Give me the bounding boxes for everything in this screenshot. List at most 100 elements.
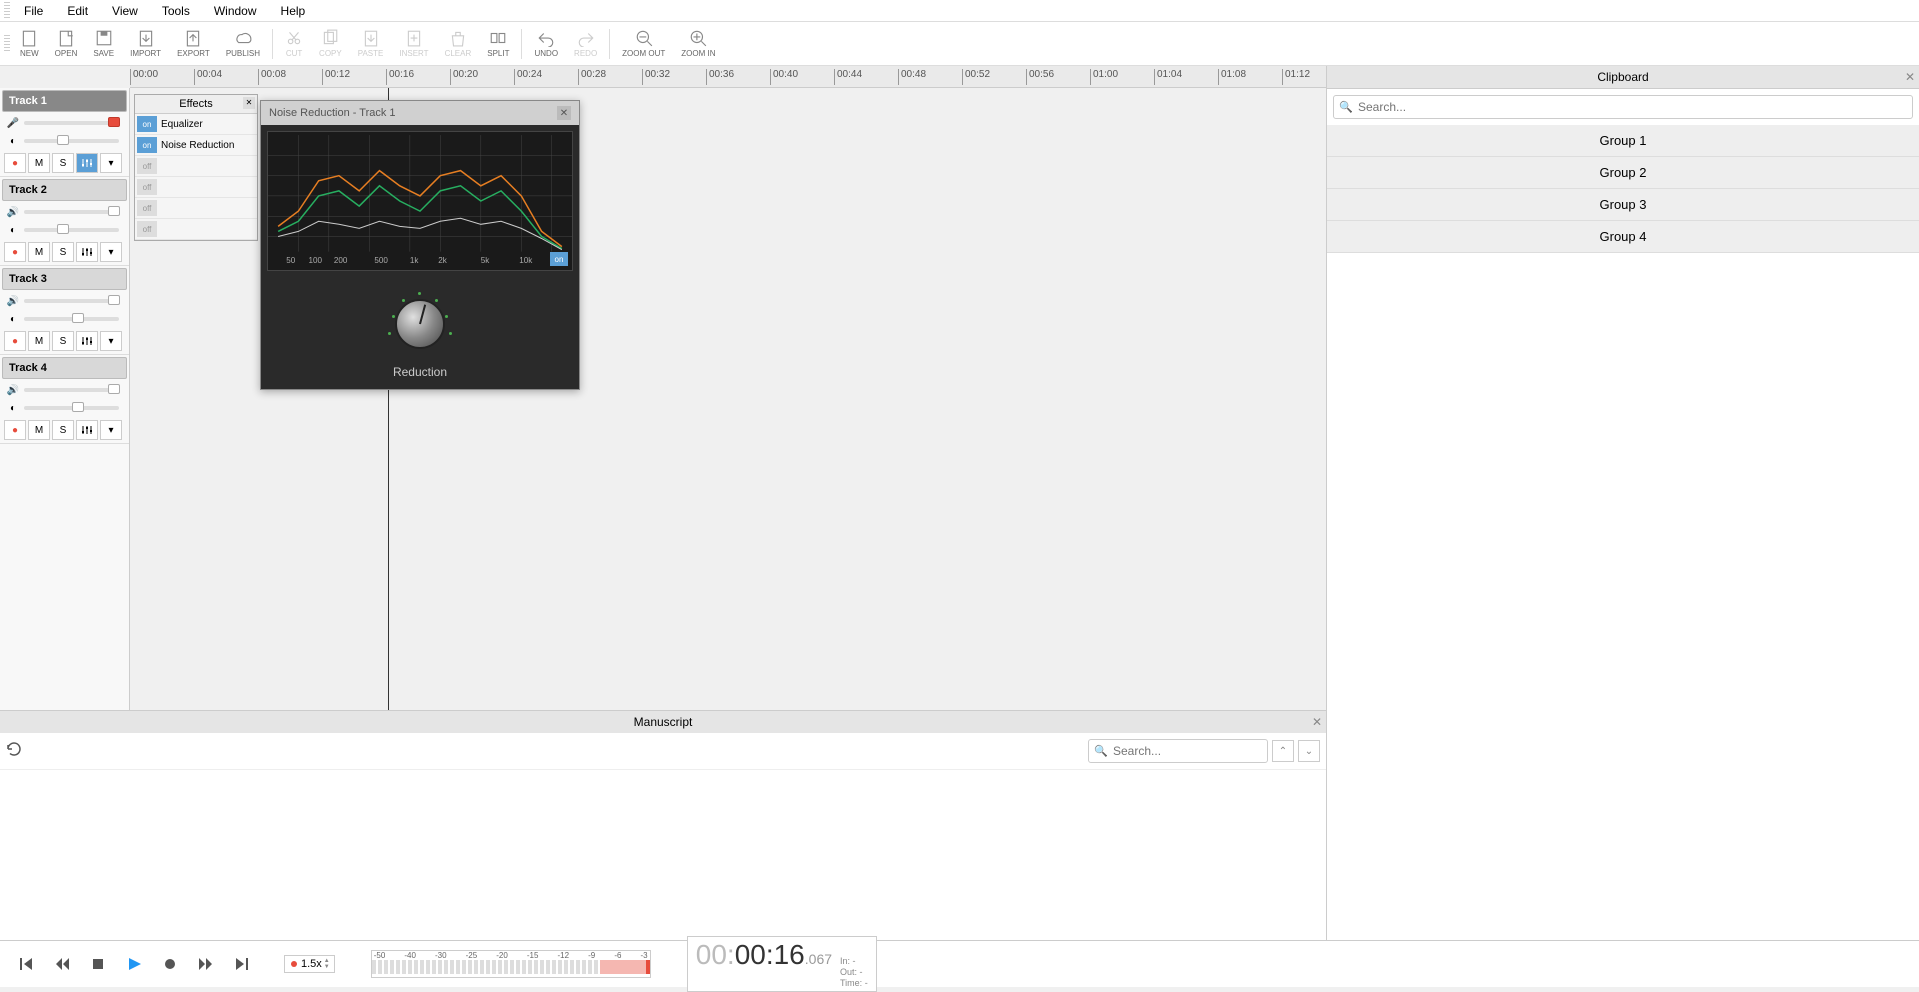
effect-row[interactable]: off [135, 198, 257, 219]
effect-row[interactable]: off [135, 177, 257, 198]
toolbar-undo-button[interactable]: UNDO [526, 24, 566, 64]
track-header[interactable]: Track 4 [2, 357, 127, 379]
effect-row[interactable]: onNoise Reduction [135, 135, 257, 156]
volume-slider[interactable] [24, 210, 119, 214]
effect-toggle[interactable]: off [137, 221, 157, 237]
toolbar-save-button[interactable]: SAVE [85, 24, 122, 64]
noise-reduction-on-toggle[interactable]: on [550, 252, 568, 266]
effect-toggle[interactable]: off [137, 200, 157, 216]
toolbar-new-button[interactable]: NEW [12, 24, 47, 64]
pan-slider[interactable] [24, 139, 119, 143]
record-arm-button[interactable]: ● [4, 153, 26, 173]
eq-button[interactable] [76, 242, 98, 262]
track-menu-button[interactable]: ▾ [100, 242, 122, 262]
clipboard-group[interactable]: Group 1 [1327, 125, 1919, 157]
track-3: Track 3 🔊 ◐ ● M S ▾ [0, 268, 129, 355]
knob-indicator-dots [380, 287, 460, 357]
search-prev-icon[interactable]: ⌃ [1272, 740, 1294, 762]
clipboard-group[interactable]: Group 2 [1327, 157, 1919, 189]
toolbar-export-button[interactable]: EXPORT [169, 24, 218, 64]
mute-button[interactable]: M [28, 420, 50, 440]
noise-reduction-title-bar[interactable]: Noise Reduction - Track 1 ✕ [261, 101, 579, 125]
menu-edit[interactable]: Edit [55, 0, 100, 22]
effect-row[interactable]: onEqualizer [135, 114, 257, 135]
forward-button[interactable] [192, 950, 220, 978]
rewind-button[interactable] [48, 950, 76, 978]
timeline-mark: 00:08 [258, 69, 286, 85]
toolbar-import-button[interactable]: IMPORT [122, 24, 169, 64]
track-menu-button[interactable]: ▾ [100, 153, 122, 173]
clipboard-group[interactable]: Group 3 [1327, 189, 1919, 221]
manuscript-search-input[interactable] [1088, 739, 1268, 763]
pan-icon: ◐ [6, 134, 20, 148]
svg-text:50: 50 [286, 256, 296, 265]
manuscript-title: Manuscript [634, 715, 693, 729]
toolbar-zoom-in-button[interactable]: ZOOM IN [673, 24, 723, 64]
menu-tools[interactable]: Tools [150, 0, 202, 22]
skip-start-button[interactable] [12, 950, 40, 978]
clipboard-search-input[interactable] [1333, 95, 1913, 119]
speed-control[interactable]: 1.5x ▲▼ [284, 955, 335, 973]
timeline-mark: 00:32 [642, 69, 670, 85]
toolbar-copy-button: COPY [311, 24, 350, 64]
volume-slider[interactable] [24, 121, 119, 125]
volume-slider[interactable] [24, 388, 119, 392]
toolbar-paste-button: PASTE [350, 24, 392, 64]
menu-window[interactable]: Window [202, 0, 269, 22]
toolbar-zoom-out-button[interactable]: ZOOM OUT [614, 24, 673, 64]
toolbar-redo-button: REDO [566, 24, 605, 64]
speed-down-icon[interactable]: ▼ [324, 964, 330, 970]
mute-button[interactable]: M [28, 242, 50, 262]
record-button[interactable] [156, 950, 184, 978]
search-next-icon[interactable]: ⌄ [1298, 740, 1320, 762]
toolbar-split-button[interactable]: SPLIT [479, 24, 517, 64]
pan-slider[interactable] [24, 317, 119, 321]
eq-button[interactable] [76, 153, 98, 173]
reduction-knob[interactable] [395, 299, 445, 349]
effect-row[interactable]: off [135, 156, 257, 177]
pan-slider[interactable] [24, 228, 119, 232]
toolbar-publish-button[interactable]: PUBLISH [218, 24, 268, 64]
toolbar-open-button[interactable]: OPEN [47, 24, 86, 64]
record-arm-button[interactable]: ● [4, 242, 26, 262]
refresh-icon[interactable] [6, 741, 22, 762]
track-header[interactable]: Track 1 [2, 90, 127, 112]
record-arm-button[interactable]: ● [4, 420, 26, 440]
clipboard-close-icon[interactable]: ✕ [1905, 70, 1915, 84]
eq-button[interactable] [76, 331, 98, 351]
effects-close-icon[interactable]: ✕ [243, 97, 255, 109]
effect-toggle[interactable]: on [137, 116, 157, 132]
track-header[interactable]: Track 3 [2, 268, 127, 290]
reduction-label: Reduction [271, 365, 569, 379]
effect-toggle[interactable]: off [137, 179, 157, 195]
menu-help[interactable]: Help [269, 0, 318, 22]
mute-button[interactable]: M [28, 153, 50, 173]
volume-slider[interactable] [24, 299, 119, 303]
mic-icon: 🔊 [6, 294, 20, 308]
effect-toggle[interactable]: on [137, 137, 157, 153]
manuscript-close-icon[interactable]: ✕ [1312, 715, 1322, 729]
effect-row[interactable]: off [135, 219, 257, 240]
level-meter: -50-40-30-25-20-15-12-9-6-3 [371, 950, 651, 978]
track-header[interactable]: Track 2 [2, 179, 127, 201]
track-menu-button[interactable]: ▾ [100, 420, 122, 440]
track-menu-button[interactable]: ▾ [100, 331, 122, 351]
noise-reduction-close-icon[interactable]: ✕ [557, 106, 571, 120]
eq-button[interactable] [76, 420, 98, 440]
solo-button[interactable]: S [52, 331, 74, 351]
clipboard-group[interactable]: Group 4 [1327, 221, 1919, 253]
timeline-ruler[interactable]: 00:0000:0400:0800:1200:1600:2000:2400:28… [130, 66, 1326, 88]
solo-button[interactable]: S [52, 153, 74, 173]
skip-end-button[interactable] [228, 950, 256, 978]
solo-button[interactable]: S [52, 242, 74, 262]
menu-view[interactable]: View [100, 0, 150, 22]
stop-button[interactable] [84, 950, 112, 978]
play-button[interactable] [120, 950, 148, 978]
mute-button[interactable]: M [28, 331, 50, 351]
solo-button[interactable]: S [52, 420, 74, 440]
pan-slider[interactable] [24, 406, 119, 410]
effects-header: Effects ✕ [135, 95, 257, 114]
effect-toggle[interactable]: off [137, 158, 157, 174]
menu-file[interactable]: File [12, 0, 55, 22]
record-arm-button[interactable]: ● [4, 331, 26, 351]
